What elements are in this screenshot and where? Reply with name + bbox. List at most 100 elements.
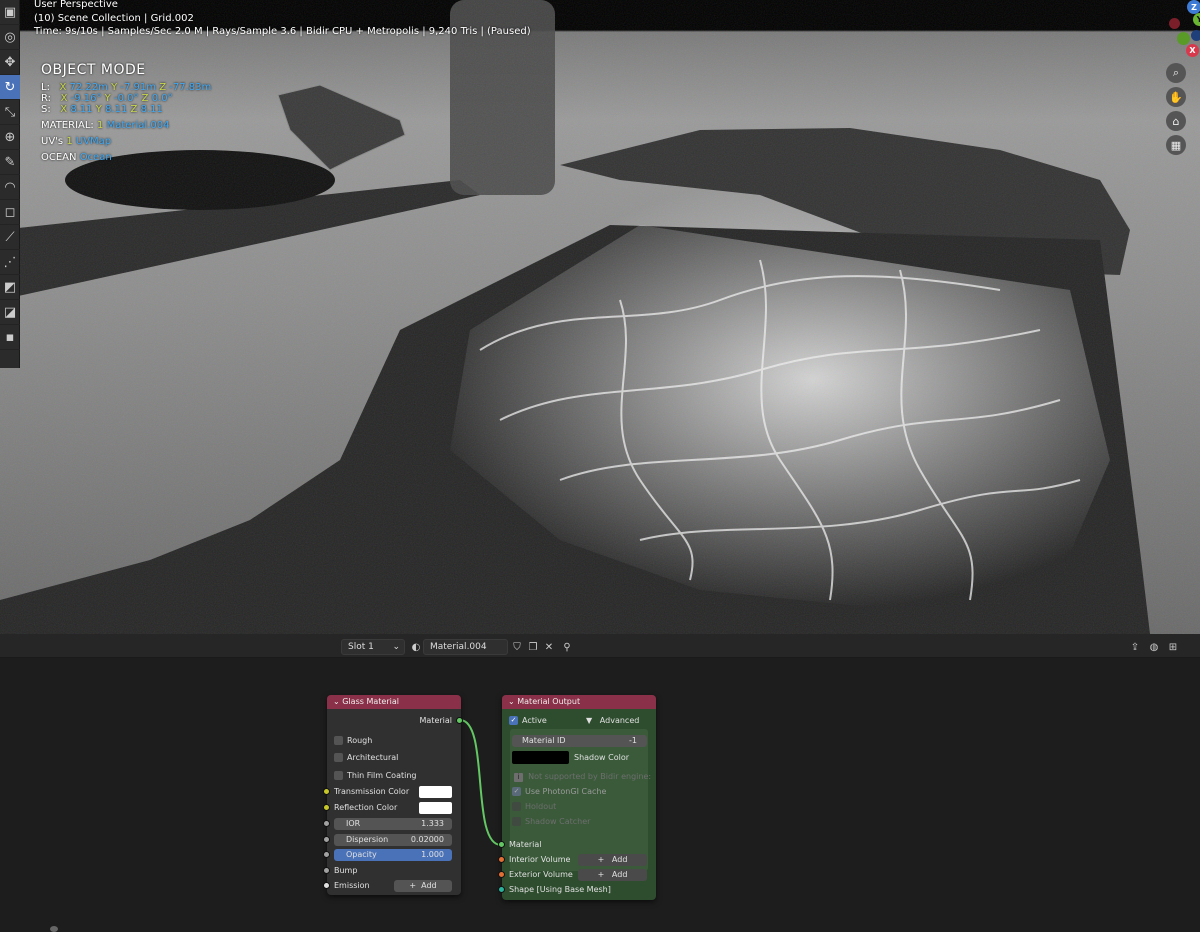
scale-y: 8.11	[105, 104, 128, 115]
scale-x-axis: X	[60, 104, 68, 115]
gizmo-y-axis[interactable]: Y	[1193, 13, 1200, 26]
collapse-arrow-icon[interactable]: ⌄	[508, 697, 515, 706]
material-id-field[interactable]: Material ID -1	[512, 735, 647, 747]
opacity-field[interactable]: Opacity 1.000	[334, 849, 452, 861]
rot-y: -0.0°	[113, 93, 139, 104]
loc-x-axis: X	[59, 82, 67, 93]
shadow-color-swatch[interactable]	[512, 751, 569, 764]
scale-y-axis: Y	[95, 104, 102, 115]
rough-checkbox[interactable]: Rough	[327, 735, 372, 747]
thin-film-checkbox[interactable]: Thin Film Coating	[327, 770, 416, 782]
scale-z: 8.11	[140, 104, 163, 115]
output-node-header[interactable]: ⌄ Material Output	[502, 695, 656, 709]
edge-icon[interactable]: ⋰	[0, 250, 20, 275]
info-row: i Not supported by Bidir engine:	[514, 771, 651, 783]
photongi-check[interactable]: ✓	[512, 787, 521, 796]
overlay-icon[interactable]: ◍	[1146, 639, 1162, 655]
glass-output-socket[interactable]	[456, 717, 463, 724]
architectural-check[interactable]	[334, 753, 343, 762]
rot-z: 0.0°	[151, 93, 173, 104]
interior-add-button[interactable]: + Add	[578, 854, 647, 866]
cursor-icon[interactable]: ◎	[0, 25, 20, 50]
gizmo-z-axis[interactable]: Z	[1187, 0, 1200, 14]
knife-icon[interactable]: ⟋	[0, 225, 20, 250]
shadow-catcher-check[interactable]	[512, 817, 521, 826]
rough-label: Rough	[347, 736, 373, 745]
select-box-icon[interactable]: ▣	[0, 0, 20, 25]
material-output-node[interactable]: ⌄ Material Output ✓ Active ▼ Advanced Mat…	[498, 695, 656, 900]
measure-icon[interactable]: ◠	[0, 175, 20, 200]
pin-icon[interactable]: ⚲	[559, 639, 575, 655]
exterior-add-button[interactable]: + Add	[578, 869, 647, 881]
3d-viewport[interactable]: User Perspective (10) Scene Collection |…	[0, 0, 1200, 634]
transmission-row: Transmission Color	[327, 786, 409, 798]
rough-check[interactable]	[334, 736, 343, 745]
transform-icon[interactable]: ⊕	[0, 125, 20, 150]
ortho-grid-icon[interactable]: ▦	[1166, 135, 1186, 155]
move-icon[interactable]: ✥	[0, 50, 20, 75]
add-cube-icon[interactable]: ◻	[0, 200, 20, 225]
corner-widget-icon[interactable]	[50, 926, 58, 932]
gizmo-neg-x[interactable]	[1177, 32, 1190, 45]
shadow-color-row: Shadow Color	[574, 752, 629, 764]
holdout-checkbox[interactable]: Holdout	[512, 801, 556, 813]
extra-tool-icon[interactable]: ▪	[0, 325, 20, 350]
architectural-checkbox[interactable]: Architectural	[327, 752, 398, 764]
glass-node-header[interactable]: ⌄ Glass Material	[327, 695, 461, 709]
parent-node-icon[interactable]: ⇪	[1127, 639, 1143, 655]
glass-material-node[interactable]: ⌄ Glass Material Material Rough Architec…	[323, 695, 463, 895]
material-sphere-icon[interactable]: ◐	[408, 639, 424, 655]
output-node-title: Material Output	[517, 697, 581, 706]
transmission-color-swatch[interactable]	[419, 786, 452, 798]
rot-z-axis: Z	[141, 93, 149, 104]
rotate-icon[interactable]: ↻	[0, 75, 20, 100]
zoom-icon[interactable]: ⌕	[1166, 63, 1186, 83]
opacity-socket[interactable]	[323, 851, 330, 858]
node-editor-header: Slot 1 ⌄ ◐ Material.004 ⛉ ❐ ✕ ⚲ ⇪ ◍ ⊞ ‹	[0, 634, 1200, 678]
dispersion-socket[interactable]	[323, 836, 330, 843]
ior-field[interactable]: IOR 1.333	[334, 818, 452, 830]
duplicate-icon[interactable]: ❐	[525, 639, 541, 655]
camera-view-icon[interactable]: ⌂	[1166, 111, 1186, 131]
ocean-readout: OCEAN Ocean	[41, 152, 112, 163]
thin-film-label: Thin Film Coating	[347, 771, 417, 780]
dispersion-field[interactable]: Dispersion 0.02000	[334, 834, 452, 846]
loc-x: 72.22m	[69, 82, 108, 93]
gizmo-neg-y[interactable]	[1169, 18, 1180, 29]
active-check[interactable]: ✓	[509, 716, 518, 725]
scale-icon[interactable]: ⤡	[0, 100, 20, 125]
thin-film-check[interactable]	[334, 771, 343, 780]
material-label: MATERIAL:	[41, 120, 94, 131]
emission-add-label: Add	[421, 881, 437, 890]
advanced-toggle[interactable]: ▼ Advanced	[586, 715, 639, 727]
uv-readout: UV's 1 UVMap	[41, 136, 111, 147]
uv-icon[interactable]: ◩	[0, 275, 20, 300]
shadow-catcher-checkbox[interactable]: Shadow Catcher	[512, 816, 590, 828]
active-checkbox[interactable]: ✓ Active	[502, 715, 547, 727]
fake-user-shield-icon[interactable]: ⛉	[509, 639, 525, 655]
navigation-gizmo[interactable]: Z Y X ⌕ ✋ ⌂ ▦	[1120, 0, 1200, 165]
shadow-catcher-label: Shadow Catcher	[525, 817, 591, 826]
pan-hand-icon[interactable]: ✋	[1166, 87, 1186, 107]
shape-label: Shape [Using Base Mesh]	[509, 885, 611, 894]
chevron-down-icon: ⌄	[392, 642, 400, 652]
holdout-check[interactable]	[512, 802, 521, 811]
ior-socket[interactable]	[323, 820, 330, 827]
collapse-arrow-icon[interactable]: ⌄	[333, 697, 340, 706]
material-name-field[interactable]: Material.004	[423, 639, 508, 655]
reflection-color-swatch[interactable]	[419, 802, 452, 814]
annotate-icon[interactable]: ✎	[0, 150, 20, 175]
emission-add-button[interactable]: + Add	[394, 880, 452, 892]
shade-icon[interactable]: ◪	[0, 300, 20, 325]
gizmo-x-axis[interactable]: X	[1186, 44, 1199, 57]
close-icon[interactable]: ✕	[541, 639, 557, 655]
dispersion-value: 0.02000	[410, 835, 444, 844]
scale-x: 8.11	[70, 104, 93, 115]
node-editor-canvas[interactable]: ⌄ Glass Material Material Rough Architec…	[0, 658, 1200, 932]
snap-icon[interactable]: ⊞	[1165, 639, 1181, 655]
opacity-label: Opacity	[346, 850, 377, 859]
material-count: 1	[97, 120, 104, 131]
bump-label: Bump	[334, 866, 358, 875]
slot-dropdown[interactable]: Slot 1 ⌄	[341, 639, 405, 655]
photongi-checkbox[interactable]: ✓ Use PhotonGI Cache	[512, 786, 606, 798]
